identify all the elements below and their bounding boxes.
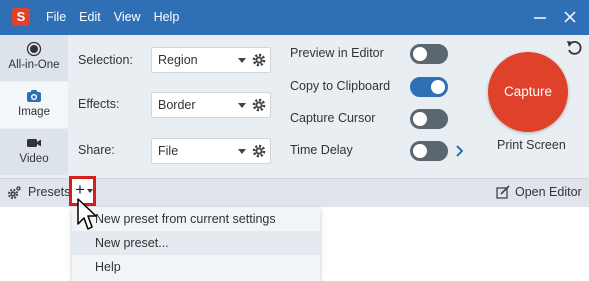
reset-icon[interactable] bbox=[566, 39, 584, 57]
toggle-knob bbox=[413, 47, 427, 61]
snagit-logo-icon: S bbox=[12, 8, 30, 26]
open-editor-icon bbox=[496, 185, 510, 199]
tab-video[interactable]: Video bbox=[0, 129, 68, 175]
copy-to-clipboard-label: Copy to Clipboard bbox=[290, 79, 391, 93]
capture-button[interactable]: Capture bbox=[488, 52, 568, 132]
close-icon[interactable] bbox=[562, 9, 578, 25]
open-editor-button[interactable]: Open Editor bbox=[515, 185, 582, 199]
camera-icon bbox=[27, 90, 41, 102]
tab-video-label: Video bbox=[19, 153, 49, 165]
gear-icon[interactable] bbox=[252, 98, 266, 112]
capture-cursor-label: Capture Cursor bbox=[290, 111, 376, 125]
selection-label: Selection: bbox=[78, 53, 133, 67]
toggle-knob bbox=[431, 80, 445, 94]
tab-all-in-one-label: All-in-One bbox=[8, 59, 60, 71]
tab-image[interactable]: Image bbox=[0, 82, 68, 128]
chevron-right-icon[interactable] bbox=[455, 145, 463, 157]
title-bar: S File Edit View Help bbox=[0, 0, 589, 35]
toggle-knob bbox=[413, 112, 427, 126]
effects-value: Border bbox=[158, 98, 196, 112]
menu-file[interactable]: File bbox=[46, 0, 66, 35]
tab-image-label: Image bbox=[18, 106, 50, 118]
gear-icon[interactable] bbox=[252, 144, 266, 158]
chevron-down-icon bbox=[238, 149, 246, 154]
presets-label[interactable]: Presets bbox=[28, 185, 70, 199]
mouse-cursor-icon bbox=[77, 198, 97, 230]
preview-in-editor-label: Preview in Editor bbox=[290, 46, 384, 60]
share-label: Share: bbox=[78, 143, 115, 157]
selection-dropdown[interactable]: Region bbox=[151, 47, 271, 73]
time-delay-toggle[interactable] bbox=[410, 141, 448, 161]
record-dot-icon bbox=[26, 41, 42, 57]
time-delay-label: Time Delay bbox=[290, 143, 353, 157]
capture-hotkey-label: Print Screen bbox=[497, 138, 566, 152]
share-dropdown[interactable]: File bbox=[151, 138, 271, 164]
tab-all-in-one[interactable]: All-in-One bbox=[0, 35, 68, 81]
chevron-down-icon bbox=[87, 189, 93, 193]
effects-label: Effects: bbox=[78, 97, 120, 111]
capture-cursor-toggle[interactable] bbox=[410, 109, 448, 129]
presets-menu: New preset from current settings New pre… bbox=[72, 207, 320, 281]
video-camera-icon bbox=[27, 139, 41, 147]
menu-item-help[interactable]: Help bbox=[72, 255, 320, 279]
chevron-down-icon bbox=[238, 103, 246, 108]
menu-help[interactable]: Help bbox=[154, 0, 180, 35]
minimize-icon[interactable] bbox=[532, 9, 548, 25]
menu-edit[interactable]: Edit bbox=[79, 0, 101, 35]
selection-value: Region bbox=[158, 53, 198, 67]
gear-icon[interactable] bbox=[252, 53, 266, 67]
effects-dropdown[interactable]: Border bbox=[151, 92, 271, 118]
menu-item-new-preset[interactable]: New preset... bbox=[72, 231, 320, 255]
menu-view[interactable]: View bbox=[114, 0, 141, 35]
menu-item-new-preset-from-current[interactable]: New preset from current settings bbox=[72, 207, 320, 231]
presets-gear-icon bbox=[7, 186, 21, 200]
copy-to-clipboard-toggle[interactable] bbox=[410, 77, 448, 97]
preview-in-editor-toggle[interactable] bbox=[410, 44, 448, 64]
share-value: File bbox=[158, 144, 179, 158]
menu-bar: File Edit View Help bbox=[46, 0, 192, 35]
chevron-down-icon bbox=[238, 58, 246, 63]
toggle-knob bbox=[413, 144, 427, 158]
